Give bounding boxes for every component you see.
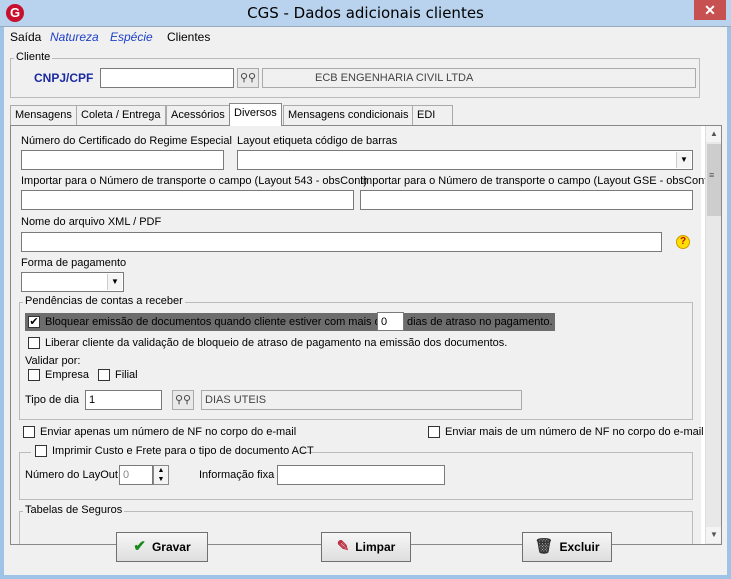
tab-coleta-entrega[interactable]: Coleta / Entrega — [76, 105, 166, 125]
window-title: CGS - Dados adicionais clientes — [247, 4, 484, 22]
layout-etiqueta-select[interactable]: ▼ — [237, 150, 693, 170]
menu-clientes[interactable]: Clientes — [167, 30, 210, 44]
enviar-um-checkbox[interactable] — [23, 426, 35, 438]
liberar-label: Liberar cliente da validação de bloqueio… — [45, 337, 508, 349]
grip-icon: ≡ — [709, 170, 715, 180]
scroll-down-icon[interactable]: ▼ — [706, 527, 721, 543]
limpar-label: Limpar — [355, 540, 396, 554]
validar-por-label: Validar por: — [25, 355, 81, 367]
tabelas-seguros-title: Tabelas de Seguros — [23, 504, 125, 516]
question-icon[interactable]: ? — [676, 235, 690, 249]
vertical-scrollbar[interactable]: ▲ ≡ ▼ — [705, 126, 721, 544]
close-button[interactable]: ✕ — [694, 0, 726, 20]
tab-edi[interactable]: EDI — [412, 105, 453, 125]
menu-natureza[interactable]: Natureza — [50, 30, 99, 44]
layout-num-input[interactable]: 0 — [119, 465, 153, 485]
imprimir-label: Imprimir Custo e Frete para o tipo de do… — [52, 445, 314, 457]
tab-acessorios[interactable]: Acessórios — [166, 105, 230, 125]
info-fixa-label: Informação fixa — [199, 469, 275, 481]
check-icon: ✔ — [133, 538, 146, 555]
enviar-um-label: Enviar apenas um número de NF no corpo d… — [40, 426, 297, 438]
liberar-checkbox[interactable] — [28, 337, 40, 349]
cert-label: Número do Certificado do Regime Especial — [21, 135, 232, 147]
empresa-label: Empresa — [45, 369, 90, 381]
tab-panel-diversos: Número do Certificado do Regime Especial… — [10, 125, 722, 545]
xml-pdf-label: Nome do arquivo XML / PDF — [21, 216, 162, 228]
bloquear-days-input[interactable]: 0 — [377, 312, 404, 331]
xml-pdf-input[interactable] — [21, 232, 662, 252]
menu-especie[interactable]: Espécie — [110, 30, 153, 44]
forma-pagamento-label: Forma de pagamento — [21, 257, 127, 269]
excluir-label: Excluir — [559, 540, 600, 554]
import-gse-label: Importar para o Número de transporte o c… — [360, 175, 711, 187]
binoculars-icon: ⚲⚲ — [174, 394, 192, 406]
tipo-dia-lookup-button[interactable]: ⚲⚲ — [172, 390, 194, 410]
bloquear-checkbox[interactable]: ✔ — [28, 316, 40, 328]
import-543-label: Importar para o Número de transporte o c… — [21, 175, 368, 187]
imprimir-checkbox[interactable] — [35, 445, 47, 457]
enviar-mais-label: Enviar mais de um número de NF no corpo … — [445, 426, 704, 438]
enviar-mais-checkbox[interactable] — [428, 426, 440, 438]
chevron-down-icon: ▼ — [676, 152, 691, 168]
tab-diversos[interactable]: Diversos — [229, 103, 282, 126]
tipo-dia-desc-field: DIAS UTEIS — [201, 390, 522, 410]
layout-num-spinner[interactable]: ▲ ▼ — [153, 465, 169, 485]
trash-icon: 🗑 — [534, 538, 554, 555]
tab-mensagens[interactable]: Mensagens — [10, 105, 77, 125]
binoculars-icon: ⚲⚲ — [239, 72, 257, 84]
cnpj-label: CNPJ/CPF — [34, 71, 94, 85]
tab-mensagens-condicionais[interactable]: Mensagens condicionais — [283, 105, 414, 125]
excluir-button[interactable]: 🗑 Excluir — [522, 532, 612, 562]
bloquear-label: Bloquear emissão de documentos quando cl… — [45, 316, 387, 328]
limpar-button[interactable]: ✎ Limpar — [321, 532, 411, 562]
chevron-down-icon: ▼ — [107, 274, 122, 290]
forma-pagamento-select[interactable]: ▼ — [21, 272, 124, 292]
panel-content: Número do Certificado do Regime Especial… — [11, 126, 711, 544]
empresa-checkbox[interactable] — [28, 369, 40, 381]
bloquear-days-suffix: dias de atraso no pagamento. — [407, 316, 553, 328]
scroll-thumb[interactable] — [707, 144, 721, 216]
cliente-group-title: Cliente — [14, 51, 53, 63]
layout-etiqueta-label: Layout etiqueta código de barras — [237, 135, 398, 147]
cnpj-lookup-button[interactable]: ⚲⚲ — [237, 68, 259, 88]
window-client: Saída Natureza Espécie Clientes Cliente … — [4, 27, 727, 575]
gravar-label: Gravar — [151, 540, 191, 554]
menu-bar: Saída Natureza Espécie Clientes — [4, 27, 727, 47]
cert-input[interactable] — [21, 150, 224, 170]
broom-icon: ✎ — [336, 538, 350, 555]
import-543-input[interactable] — [21, 190, 354, 210]
filial-checkbox[interactable] — [98, 369, 110, 381]
filial-label: Filial — [115, 369, 138, 381]
menu-saida[interactable]: Saída — [10, 30, 41, 44]
import-gse-input[interactable] — [360, 190, 693, 210]
scroll-up-icon[interactable]: ▲ — [706, 126, 721, 142]
info-fixa-input[interactable] — [277, 465, 445, 485]
tipo-dia-label: Tipo de dia — [25, 394, 80, 406]
tipo-dia-input[interactable]: 1 — [85, 390, 162, 410]
title-bar: G CGS - Dados adicionais clientes ✕ — [0, 0, 731, 27]
layout-num-label: Número do LayOut — [25, 469, 118, 481]
cliente-name-field: ECB ENGENHARIA CIVIL LTDA — [262, 68, 696, 88]
pendencias-group-title: Pendências de contas a receber — [23, 295, 185, 307]
cnpj-input[interactable] — [100, 68, 234, 88]
gravar-button[interactable]: ✔ Gravar — [116, 532, 208, 562]
